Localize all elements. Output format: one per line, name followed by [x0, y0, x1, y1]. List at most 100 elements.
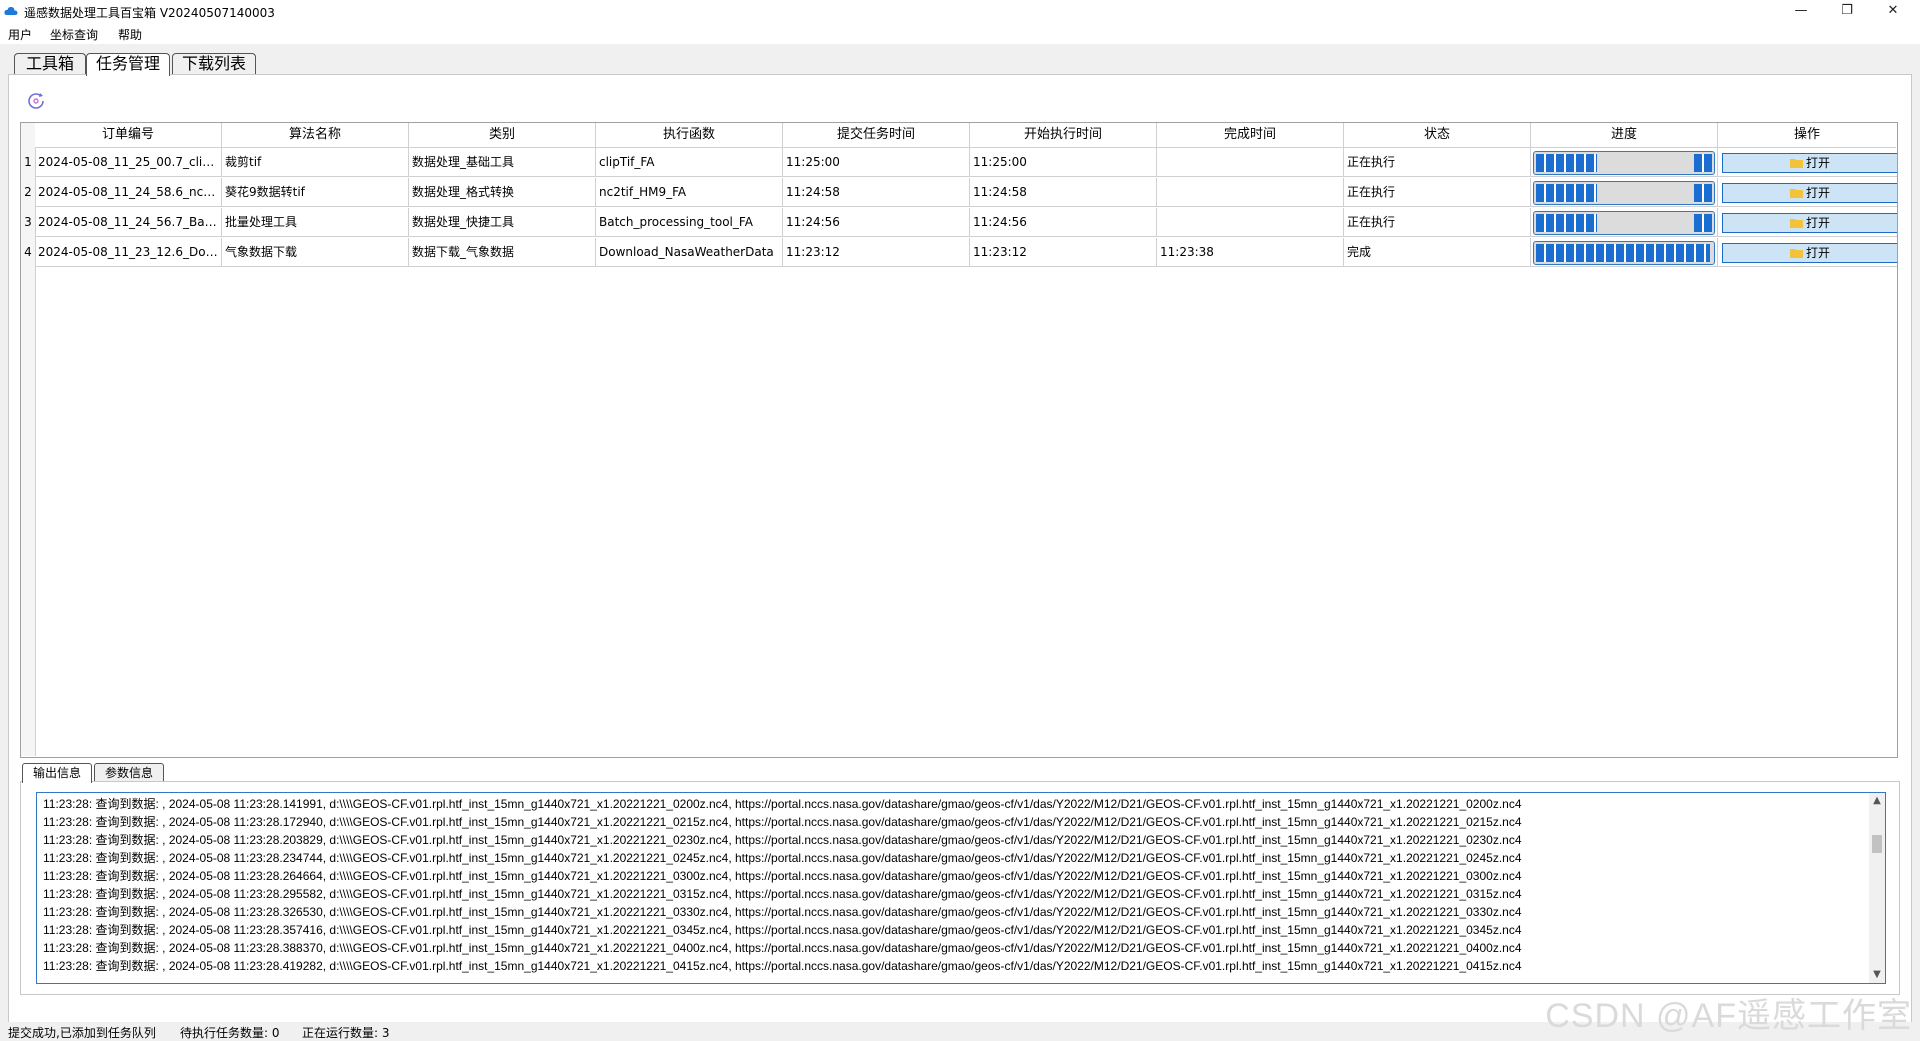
- menu-user[interactable]: 用户: [8, 26, 32, 43]
- cell-submit-time: 11:24:58: [783, 178, 970, 207]
- output-log[interactable]: 11:23:28: 查询到数据: , 2024-05-08 11:23:28.1…: [36, 792, 1886, 984]
- table-row[interactable]: 3 2024-05-08_11_24_56.7_Batch_processing…: [21, 208, 1897, 238]
- row-number: 3: [24, 215, 32, 229]
- task-table: 订单编号 算法名称 类别 执行函数 提交任务时间 开始执行时间 完成时间 状态 …: [20, 122, 1898, 758]
- cell-progress: [1531, 178, 1718, 207]
- progress-fill: [1536, 184, 1597, 202]
- progress-fill: [1536, 214, 1597, 232]
- cell-finish-time: [1157, 208, 1344, 237]
- open-button[interactable]: 打开: [1722, 183, 1897, 203]
- open-button[interactable]: 打开: [1722, 213, 1897, 233]
- log-line: 11:23:28: 查询到数据: , 2024-05-08 11:23:28.2…: [43, 869, 1522, 883]
- tab-task-management[interactable]: 任务管理: [86, 53, 170, 76]
- table-row[interactable]: 1 2024-05-08_11_25_00.7_clipTif_FA 裁剪tif…: [21, 148, 1897, 178]
- cell-progress: [1531, 148, 1718, 177]
- running-count: 正在运行数量: 3: [302, 1026, 390, 1040]
- row-number: 1: [24, 155, 32, 169]
- cell-submit-time: 11:24:56: [783, 208, 970, 237]
- scroll-down-icon[interactable]: ▼: [1869, 967, 1885, 983]
- log-scrollbar[interactable]: ▲ ▼: [1869, 793, 1885, 983]
- app-cloud-icon: [4, 6, 18, 15]
- cell-action: 打开: [1718, 238, 1897, 267]
- cell-category: 数据处理_快捷工具: [409, 208, 596, 237]
- col-status[interactable]: 状态: [1344, 123, 1531, 148]
- cell-algorithm-name: 葵花9数据转tif: [222, 178, 409, 207]
- open-button[interactable]: 打开: [1722, 243, 1897, 263]
- col-algorithm-name[interactable]: 算法名称: [222, 123, 409, 148]
- progress-bar: [1533, 151, 1715, 175]
- cell-function: clipTif_FA: [596, 148, 783, 177]
- tab-download-list[interactable]: 下载列表: [172, 53, 256, 75]
- cell-status: 正在执行: [1344, 148, 1531, 177]
- col-order-id[interactable]: 订单编号: [35, 123, 222, 148]
- pending-count: 待执行任务数量: 0: [180, 1026, 280, 1040]
- col-action[interactable]: 操作: [1718, 123, 1896, 148]
- menu-coordinate-query[interactable]: 坐标查询: [50, 26, 98, 43]
- col-start-time[interactable]: 开始执行时间: [970, 123, 1157, 148]
- folder-icon: [1789, 159, 1803, 168]
- cell-progress: [1531, 208, 1718, 237]
- open-button-label: 打开: [1805, 216, 1830, 230]
- folder-icon: [1789, 189, 1803, 198]
- open-button-label: 打开: [1805, 246, 1830, 260]
- cell-start-time: 11:25:00: [970, 148, 1157, 177]
- progress-bar: [1533, 181, 1715, 205]
- tab-parameter-info[interactable]: 参数信息: [94, 763, 164, 782]
- window-title: 遥感数据处理工具百宝箱 V20240507140003: [24, 6, 275, 20]
- menu-help[interactable]: 帮助: [118, 26, 142, 43]
- cell-category: 数据处理_格式转换: [409, 178, 596, 207]
- progress-fill: [1536, 244, 1710, 262]
- table-row[interactable]: 4 2024-05-08_11_23_12.6_Download_NasaWea…: [21, 238, 1897, 268]
- cell-finish-time: [1157, 148, 1344, 177]
- progress-bar-end: [1694, 214, 1712, 232]
- menu-bar: 用户 坐标查询 帮助: [0, 22, 1920, 44]
- cell-order-id: 2024-05-08_11_23_12.6_Download_NasaWeath…: [35, 238, 222, 267]
- cell-action: 打开: [1718, 178, 1897, 207]
- refresh-icon[interactable]: [26, 91, 46, 111]
- cell-order-id: 2024-05-08_11_25_00.7_clipTif_FA: [35, 148, 222, 177]
- cell-status: 正在执行: [1344, 178, 1531, 207]
- log-line: 11:23:28: 查询到数据: , 2024-05-08 11:23:28.3…: [43, 905, 1522, 919]
- col-function[interactable]: 执行函数: [596, 123, 783, 148]
- cell-algorithm-name: 批量处理工具: [222, 208, 409, 237]
- progress-bar: [1533, 211, 1715, 235]
- restore-button[interactable]: ❐: [1824, 0, 1870, 22]
- progress-bar: [1533, 241, 1715, 265]
- folder-icon: [1789, 249, 1803, 258]
- watermark: CSDN @AF遥感工作室: [1545, 997, 1912, 1035]
- table-row[interactable]: 2 2024-05-08_11_24_58.6_nc2tif_HM9_FA 葵花…: [21, 178, 1897, 208]
- col-submit-time[interactable]: 提交任务时间: [783, 123, 970, 148]
- cell-algorithm-name: 气象数据下载: [222, 238, 409, 267]
- scroll-thumb[interactable]: [1872, 835, 1882, 853]
- log-line: 11:23:28: 查询到数据: , 2024-05-08 11:23:28.1…: [43, 797, 1522, 811]
- cell-status: 完成: [1344, 238, 1531, 267]
- cell-submit-time: 11:23:12: [783, 238, 970, 267]
- cell-function: Download_NasaWeatherData: [596, 238, 783, 267]
- open-button-label: 打开: [1805, 186, 1830, 200]
- tab-toolbox[interactable]: 工具箱: [14, 53, 86, 75]
- folder-icon: [1789, 219, 1803, 228]
- minimize-button[interactable]: —: [1778, 0, 1824, 22]
- close-button[interactable]: ✕: [1870, 0, 1916, 22]
- cell-start-time: 11:24:58: [970, 178, 1157, 207]
- cell-order-id: 2024-05-08_11_24_58.6_nc2tif_HM9_FA: [35, 178, 222, 207]
- progress-fill: [1536, 154, 1597, 172]
- cell-finish-time: 11:23:38: [1157, 238, 1344, 267]
- scroll-up-icon[interactable]: ▲: [1869, 793, 1885, 809]
- col-progress[interactable]: 进度: [1531, 123, 1718, 148]
- progress-bar-end: [1694, 184, 1712, 202]
- cell-status: 正在执行: [1344, 208, 1531, 237]
- cell-function: nc2tif_HM9_FA: [596, 178, 783, 207]
- open-button[interactable]: 打开: [1722, 153, 1897, 173]
- cell-order-id: 2024-05-08_11_24_56.7_Batch_processing_t…: [35, 208, 222, 237]
- cell-algorithm-name: 裁剪tif: [222, 148, 409, 177]
- tab-output-info[interactable]: 输出信息: [22, 763, 92, 783]
- col-category[interactable]: 类别: [409, 123, 596, 148]
- col-finish-time[interactable]: 完成时间: [1157, 123, 1344, 148]
- cell-category: 数据处理_基础工具: [409, 148, 596, 177]
- cell-action: 打开: [1718, 148, 1897, 177]
- log-line: 11:23:28: 查询到数据: , 2024-05-08 11:23:28.2…: [43, 833, 1522, 847]
- log-line: 11:23:28: 查询到数据: , 2024-05-08 11:23:28.3…: [43, 923, 1522, 937]
- cell-submit-time: 11:25:00: [783, 148, 970, 177]
- log-line: 11:23:28: 查询到数据: , 2024-05-08 11:23:28.4…: [43, 959, 1522, 973]
